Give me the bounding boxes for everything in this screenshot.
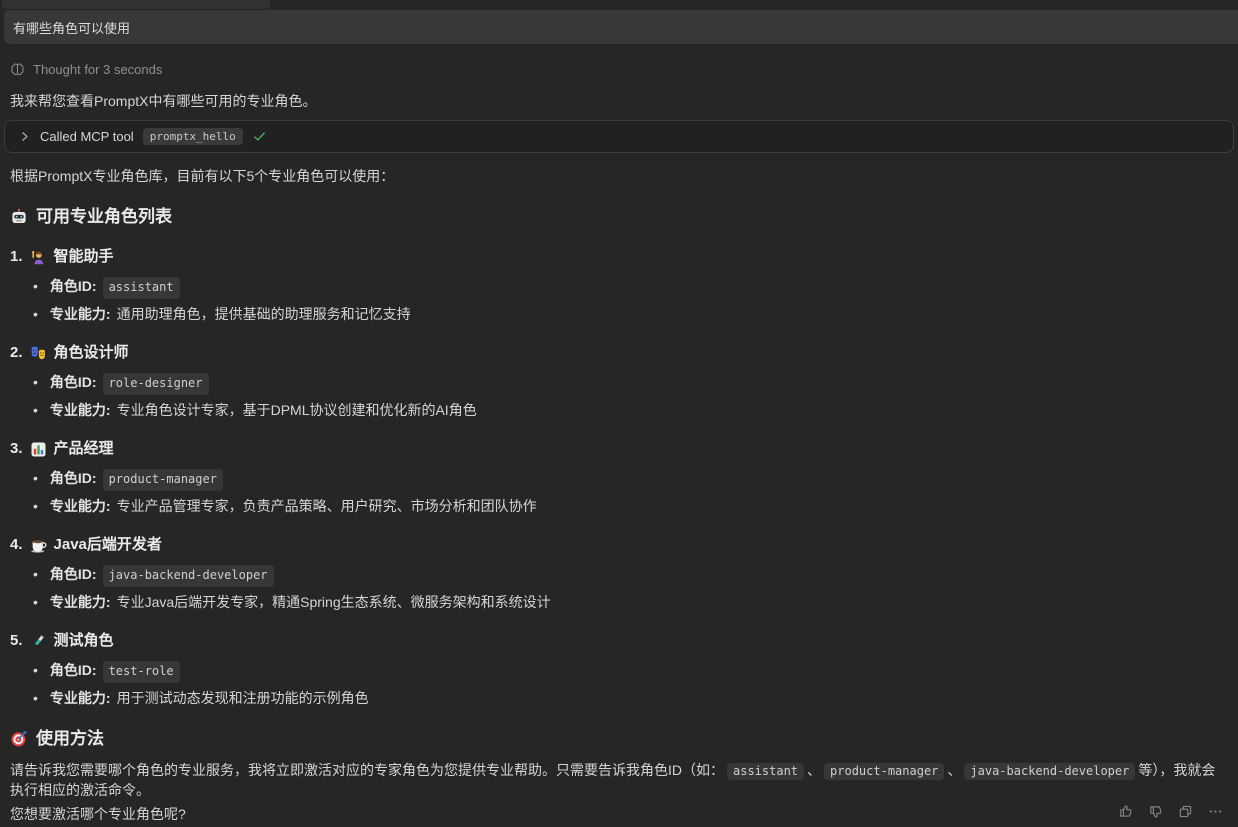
tool-call-label: Called MCP tool [40,129,134,144]
bar-chart-icon [30,441,47,458]
mcp-tool-call[interactable]: Called MCP tool promptx_hello [4,120,1234,153]
role-ability-row: 专业能力: 通用助理角色，提供基础的助理服务和记忆支持 [33,305,1228,324]
role-number: 3. [10,439,23,459]
role-ability-text: 专业Java后端开发专家，精通Spring生态系统、微服务架构和系统设计 [117,593,551,612]
role-id-code: java-backend-developer [103,565,274,587]
role-section-role-designer: 2. 角色设计师 角色ID: role-designer 专业能力: [10,343,1228,420]
target-icon [10,730,28,748]
assistant-response: Thought for 3 seconds 我来帮您查看PromptX中有哪些可… [0,44,1238,824]
roles-section-title: 可用专业角色列表 [36,206,172,228]
role-number: 4. [10,535,23,555]
test-tube-icon [30,633,47,650]
role-number: 2. [10,343,23,363]
role-number: 5. [10,631,23,651]
role-ability-row: 专业能力: 专业角色设计专家，基于DPML协议创建和优化新的AI角色 [33,401,1228,420]
thumbs-down-icon[interactable] [1144,800,1166,822]
role-heading: 2. 角色设计师 [10,343,1228,363]
role-section-java-backend-developer: 4. Java后端开发者 角色ID: java-backend-develope… [10,535,1228,612]
role-id-row: 角色ID: assistant [33,277,1228,299]
summary-paragraph: 根据PromptX专业角色库，目前有以下5个专业角色可以使用： [10,167,1228,186]
role-name: 测试角色 [54,631,114,651]
role-number: 1. [10,247,23,267]
role-heading: 3. 产品经理 [10,439,1228,459]
role-id-code: test-role [103,661,180,683]
role-ability-label: 专业能力: [50,593,111,612]
roles-section-heading: 可用专业角色列表 [10,206,1228,228]
role-heading: 4. Java后端开发者 [10,535,1228,555]
role-ability-text: 通用助理角色，提供基础的助理服务和记忆支持 [117,305,411,324]
user-message-text: 有哪些角色可以使用 [13,18,130,37]
inline-code-assistant: assistant [727,763,804,780]
role-ability-label: 专业能力: [50,497,111,516]
role-id-row: 角色ID: role-designer [33,373,1228,395]
performing-arts-masks-icon [30,345,47,362]
role-name: 智能助手 [54,247,114,267]
thumbs-up-icon[interactable] [1114,800,1136,822]
role-id-row: 角色ID: java-backend-developer [33,565,1228,587]
brain-icon [10,62,25,77]
role-id-code: product-manager [103,469,223,491]
usage-separator: 、 [807,762,821,778]
role-id-code: assistant [103,277,180,299]
usage-separator: 、 [947,762,961,778]
role-id-label: 角色ID: [50,373,97,392]
role-ability-text: 专业角色设计专家，基于DPML协议创建和优化新的AI角色 [117,401,477,420]
role-ability-label: 专业能力: [50,689,111,708]
role-ability-label: 专业能力: [50,305,111,324]
role-ability-row: 专业能力: 专业Java后端开发专家，精通Spring生态系统、微服务架构和系统… [33,593,1228,612]
role-name: 产品经理 [54,439,114,459]
role-ability-row: 专业能力: 用于测试动态发现和注册功能的示例角色 [33,689,1228,708]
thought-label: Thought for 3 seconds [33,62,162,77]
role-heading: 1. 智能助手 [10,247,1228,267]
role-id-label: 角色ID: [50,469,97,488]
inline-code-product-manager: product-manager [824,763,944,780]
usage-section-heading: 使用方法 [10,728,1228,750]
role-ability-row: 专业能力: 专业产品管理专家，负责产品策略、用户研究、市场分析和团队协作 [33,497,1228,516]
user-message-bubble[interactable]: 有哪些角色可以使用 [4,10,1238,44]
role-id-code: role-designer [103,373,209,395]
role-section-test-role: 5. 测试角色 角色ID: test-role 专业能力: 用于测试动态发现和注… [10,631,1228,708]
message-actions [1114,800,1226,822]
thought-toggle[interactable]: Thought for 3 seconds [10,62,162,77]
robot-face-icon [10,208,28,226]
coffee-icon [30,537,47,554]
role-heading: 5. 测试角色 [10,631,1228,651]
previous-message-fragment [2,0,270,9]
usage-section-title: 使用方法 [36,728,104,750]
check-icon [252,129,267,144]
role-id-label: 角色ID: [50,277,97,296]
role-section-product-manager: 3. 产品经理 角色ID: product-manager 专业能力: 专业产品… [10,439,1228,516]
more-icon[interactable] [1204,800,1226,822]
usage-paragraph: 请告诉我您需要哪个角色的专业服务，我将立即激活对应的专家角色为您提供专业帮助。只… [10,761,1228,800]
role-ability-text: 用于测试动态发现和注册功能的示例角色 [117,689,369,708]
role-id-label: 角色ID: [50,661,97,680]
copy-icon[interactable] [1174,800,1196,822]
usage-text-pre: 请告诉我您需要哪个角色的专业服务，我将立即激活对应的专家角色为您提供专业帮助。只… [10,762,724,778]
closing-question: 您想要激活哪个专业角色呢? [10,805,1228,824]
inline-code-java-backend-developer: java-backend-developer [964,763,1135,780]
role-section-assistant: 1. 智能助手 角色ID: assistant 专业能力: 通用助理角色，提供基… [10,247,1228,324]
role-name: 角色设计师 [54,343,129,363]
role-id-row: 角色ID: product-manager [33,469,1228,491]
chevron-right-icon [18,130,31,143]
intro-paragraph: 我来帮您查看PromptX中有哪些可用的专业角色。 [10,92,1228,111]
role-ability-label: 专业能力: [50,401,111,420]
role-id-row: 角色ID: test-role [33,661,1228,683]
person-raising-hand-icon [30,249,47,266]
role-id-label: 角色ID: [50,565,97,584]
tool-name-badge: promptx_hello [143,128,243,145]
role-name: Java后端开发者 [54,535,162,555]
role-ability-text: 专业产品管理专家，负责产品策略、用户研究、市场分析和团队协作 [117,497,537,516]
